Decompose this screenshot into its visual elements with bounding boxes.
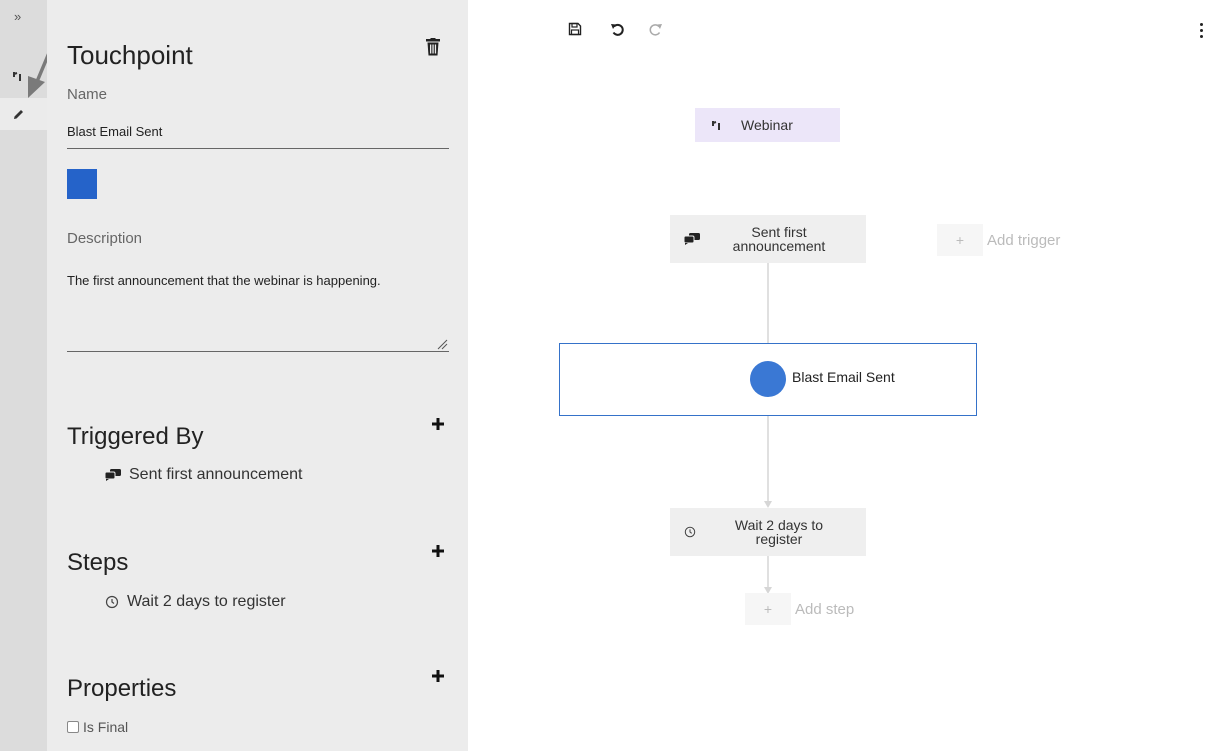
webinar-node-label: Webinar	[741, 117, 793, 133]
plus-icon: +	[745, 593, 791, 625]
undo-icon	[611, 23, 624, 36]
properties-title: Properties	[67, 675, 177, 702]
chat-icon	[684, 233, 700, 245]
steps-title: Steps	[67, 549, 129, 576]
step-node-label: Wait 2 days to register	[734, 517, 824, 547]
add-step-label: Add step	[795, 600, 855, 618]
add-property-plus-button[interactable]	[431, 669, 445, 683]
add-step-button[interactable]: + Add step	[745, 593, 854, 625]
clock-icon	[105, 595, 119, 609]
delete-button[interactable]	[426, 38, 444, 60]
flow-connectors	[764, 263, 772, 594]
save-button[interactable]	[566, 20, 584, 38]
touchpoint-icon	[712, 121, 720, 130]
trigger-item-label: Sent first announcement	[129, 466, 303, 483]
add-trigger-label: Add trigger	[987, 231, 1061, 249]
color-picker-swatch[interactable]	[67, 169, 97, 199]
plus-icon	[432, 418, 444, 430]
properties-panel: Touchpoint Name Description The first an…	[47, 0, 468, 751]
plus-icon: +	[937, 224, 983, 256]
undo-button[interactable]	[608, 20, 626, 38]
trigger-list-item[interactable]: Sent first announcement	[105, 466, 302, 484]
step-node[interactable]: Wait 2 days to register	[670, 508, 866, 556]
redo-button[interactable]	[647, 20, 665, 38]
chat-icon	[105, 469, 121, 481]
app-window: » Touchpoint Name Blast Email Sent Descr…	[0, 0, 1226, 751]
trigger-node[interactable]: Sent first announcement	[670, 215, 866, 263]
triggered-by-title: Triggered By	[67, 423, 204, 450]
webinar-node[interactable]: Webinar	[695, 108, 840, 142]
step-list-item[interactable]: Wait 2 days to register	[105, 593, 286, 611]
left-rail: »	[0, 0, 47, 751]
name-field[interactable]	[67, 114, 449, 149]
clock-icon	[684, 526, 696, 538]
plus-icon	[432, 670, 444, 682]
is-final-checkbox[interactable]	[67, 721, 79, 733]
panel-title: Touchpoint	[67, 40, 193, 70]
plus-icon	[432, 545, 444, 557]
pencil-icon	[14, 109, 23, 119]
trash-icon	[426, 38, 440, 56]
is-final-row: Is Final	[67, 719, 128, 735]
add-trigger-plus-button[interactable]	[431, 417, 445, 431]
description-field[interactable]: The first announcement that the webinar …	[67, 262, 449, 352]
redo-icon	[649, 24, 662, 36]
is-final-label: Is Final	[83, 719, 129, 735]
more-vertical-icon	[1199, 22, 1203, 26]
touchpoint-dot[interactable]	[750, 361, 786, 397]
touchpoint-label: Blast Email Sent	[792, 369, 895, 385]
add-step-plus-button[interactable]	[431, 544, 445, 558]
step-item-label: Wait 2 days to register	[127, 593, 286, 610]
more-menu-button[interactable]	[1194, 20, 1208, 40]
trigger-node-label: Sent first announcement	[732, 224, 826, 254]
save-icon	[568, 22, 582, 36]
add-trigger-button[interactable]: + Add trigger	[937, 224, 1060, 256]
description-label: Description	[67, 230, 143, 247]
resize-grip-icon[interactable]	[436, 338, 448, 350]
name-label: Name	[67, 86, 108, 103]
